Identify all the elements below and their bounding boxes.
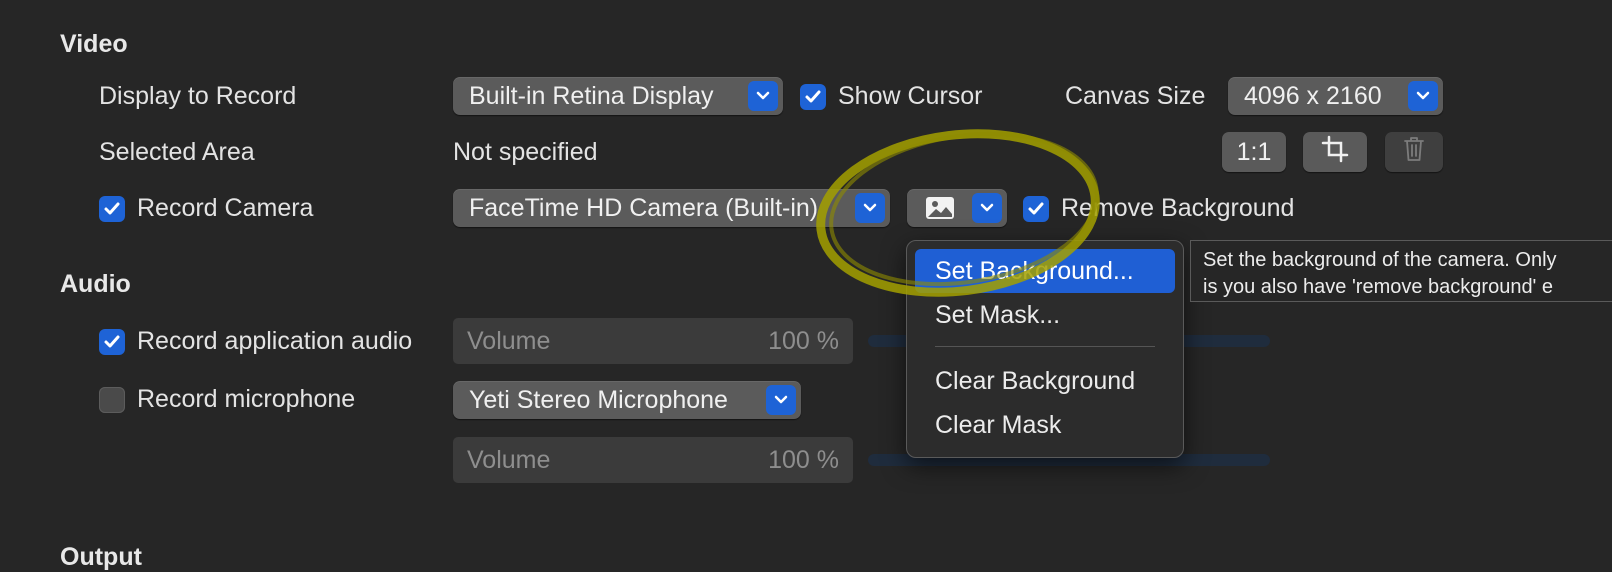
show-cursor-label: Show Cursor [838,82,983,110]
chevron-down-icon [972,193,1002,223]
microphone-select[interactable]: Yeti Stereo Microphone [453,381,801,419]
camera-select[interactable]: FaceTime HD Camera (Built-in) [453,189,890,227]
record-camera-label: Record Camera [137,194,314,222]
menu-separator [935,346,1155,347]
menu-item-label: Clear Mask [935,410,1062,439]
app-volume-value: 100 % [768,326,839,355]
record-app-audio-label: Record application audio [137,327,413,355]
app-volume-field[interactable]: Volume 100 % [453,318,853,364]
selected-area-label: Selected Area [99,138,255,166]
show-cursor-checkbox[interactable] [800,84,826,110]
canvas-size-value: 4096 x 2160 [1244,81,1382,110]
aspect-ratio-button[interactable]: 1:1 [1222,132,1286,172]
video-section-title: Video [60,30,128,58]
menu-item-set-mask[interactable]: Set Mask... [915,293,1175,337]
background-options-button[interactable] [907,189,1007,227]
mic-volume-value: 100 % [768,445,839,474]
display-select-value: Built-in Retina Display [469,81,714,110]
image-icon [925,196,955,220]
menu-item-label: Set Background... [935,256,1134,285]
chevron-down-icon [748,81,778,111]
display-to-record-label: Display to Record [99,82,297,110]
canvas-size-select[interactable]: 4096 x 2160 [1228,77,1443,115]
menu-item-label: Clear Background [935,366,1136,395]
menu-item-clear-background[interactable]: Clear Background [915,359,1175,403]
menu-item-set-background[interactable]: Set Background... [915,249,1175,293]
display-select[interactable]: Built-in Retina Display [453,77,783,115]
camera-select-value: FaceTime HD Camera (Built-in) [469,193,819,222]
background-options-menu: Set Background... Set Mask... Clear Back… [906,240,1184,458]
canvas-size-label: Canvas Size [1065,82,1206,110]
output-section-title: Output [60,543,142,571]
remove-background-label: Remove Background [1061,194,1295,222]
background-tooltip: Set the background of the camera. Only i… [1190,240,1612,302]
crop-icon [1320,134,1350,171]
aspect-ratio-label: 1:1 [1236,137,1272,166]
remove-background-checkbox[interactable] [1023,196,1049,222]
audio-section-title: Audio [60,270,131,298]
chevron-down-icon [766,385,796,415]
trash-icon [1402,135,1426,170]
microphone-select-value: Yeti Stereo Microphone [469,385,728,414]
record-camera-checkbox[interactable] [99,196,125,222]
chevron-down-icon [1408,81,1438,111]
record-app-audio-checkbox[interactable] [99,329,125,355]
mic-volume-field[interactable]: Volume 100 % [453,437,853,483]
record-microphone-checkbox[interactable] [99,387,125,413]
menu-item-label: Set Mask... [935,300,1061,329]
crop-button[interactable] [1303,132,1367,172]
selected-area-value: Not specified [453,138,598,166]
record-microphone-label: Record microphone [137,385,356,413]
chevron-down-icon [855,193,885,223]
menu-item-clear-mask[interactable]: Clear Mask [915,403,1175,447]
mic-volume-placeholder: Volume [467,445,551,474]
tooltip-line-1: Set the background of the camera. Only [1203,249,1557,271]
tooltip-line-2: is you also have 'remove background' e [1203,276,1554,298]
delete-area-button[interactable] [1385,132,1443,172]
app-volume-placeholder: Volume [467,326,551,355]
